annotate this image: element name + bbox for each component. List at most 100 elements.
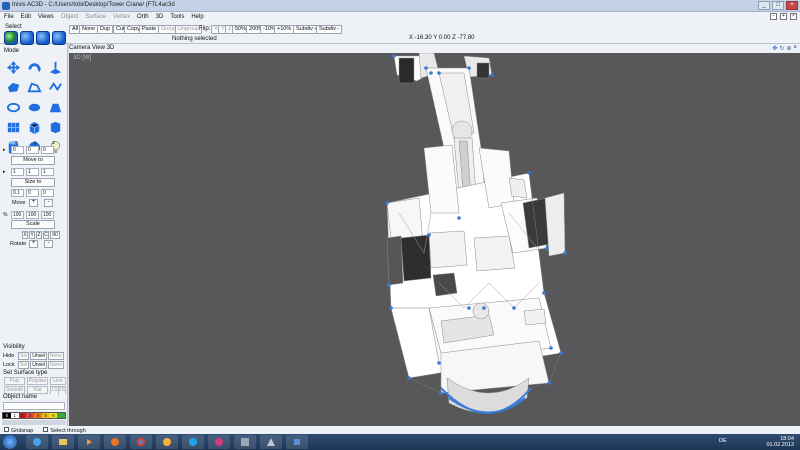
- menu-vertex[interactable]: Vertex: [113, 14, 130, 20]
- 3d-menu[interactable]: 3D: [107, 45, 115, 51]
- restore-icon[interactable]: -: [770, 13, 777, 20]
- gridsnap-checkbox[interactable]: [4, 426, 9, 432]
- menu-help[interactable]: Help: [191, 14, 203, 20]
- line-tool-icon[interactable]: [45, 78, 65, 97]
- hide-sel-button[interactable]: Sel: [18, 352, 30, 360]
- lock-none-button[interactable]: None: [48, 361, 64, 369]
- size-prefix-icon[interactable]: ▸: [3, 169, 9, 175]
- menu-edit[interactable]: Edit: [21, 14, 31, 20]
- maximize-button[interactable]: □: [772, 1, 784, 10]
- rotate-tool-icon[interactable]: [24, 58, 44, 77]
- step-y-field[interactable]: 0: [26, 189, 39, 197]
- rotate-axis-x[interactable]: X: [22, 231, 28, 239]
- size-to-button[interactable]: Size to: [11, 178, 55, 187]
- close-view-icon[interactable]: ×: [793, 45, 797, 52]
- size-x-field[interactable]: 1: [11, 168, 24, 176]
- palette-color-5[interactable]: 5: [41, 413, 50, 418]
- scale-z-field[interactable]: 100: [41, 211, 54, 219]
- paint-icon[interactable]: [208, 435, 230, 449]
- step-z-field[interactable]: 0: [41, 189, 54, 197]
- hide-unsel-button[interactable]: Unsel: [30, 352, 48, 360]
- surface-2s-button[interactable]: 2S: [57, 387, 65, 395]
- media-player-icon[interactable]: [78, 435, 100, 449]
- paste-button[interactable]: Paste: [139, 25, 160, 34]
- mesh-tool-icon[interactable]: [45, 98, 65, 117]
- clock[interactable]: 18:04 01.02.2013: [766, 436, 794, 448]
- hide-none-button[interactable]: None: [48, 352, 64, 360]
- palette-color-2[interactable]: 2: [18, 413, 27, 418]
- camera-menu[interactable]: Camera: [69, 45, 90, 51]
- scale-y-field[interactable]: 100: [26, 211, 39, 219]
- palette-color-1[interactable]: 1: [10, 413, 19, 418]
- surface-flat-button[interactable]: Flat: [27, 386, 48, 394]
- surface-smooth-button[interactable]: Smooth: [4, 386, 25, 394]
- move-y-field[interactable]: 0: [26, 146, 39, 154]
- pinwheel-icon[interactable]: [156, 435, 178, 449]
- close-button[interactable]: ×: [786, 1, 798, 10]
- menu-surface[interactable]: Surface: [85, 14, 106, 20]
- rotate-minus-button[interactable]: -: [44, 240, 53, 248]
- move-plus-button[interactable]: +: [29, 199, 38, 207]
- select-vertex-icon[interactable]: [52, 31, 66, 45]
- select-surface-icon[interactable]: [36, 31, 50, 45]
- menu-3d[interactable]: 3D: [156, 14, 164, 20]
- move-to-button[interactable]: Move to: [11, 156, 55, 165]
- 3d-viewport[interactable]: 3D [W]: [69, 53, 800, 427]
- menu-object[interactable]: Object: [61, 14, 78, 20]
- select-through-option[interactable]: Select through: [43, 426, 86, 434]
- language-indicator[interactable]: DE: [719, 438, 727, 444]
- view-menu[interactable]: View: [92, 45, 105, 51]
- new-window-icon[interactable]: +: [780, 13, 787, 20]
- network-icon[interactable]: [260, 435, 282, 449]
- move-minus-button[interactable]: -: [44, 199, 53, 207]
- step-x-field[interactable]: 0.1: [11, 189, 24, 197]
- menu-tools[interactable]: Tools: [170, 14, 184, 20]
- surface-poly-button[interactable]: Poly: [4, 377, 25, 385]
- box-tool-icon[interactable]: [24, 118, 44, 137]
- firefox-icon[interactable]: [104, 435, 126, 449]
- select-through-checkbox[interactable]: [43, 426, 49, 432]
- menu-orth[interactable]: Orth: [137, 14, 149, 20]
- menu-file[interactable]: File: [4, 14, 14, 20]
- move-tool-icon[interactable]: [3, 58, 23, 77]
- skype-icon[interactable]: [182, 435, 204, 449]
- move-x-field[interactable]: 0: [11, 146, 24, 154]
- size-y-field[interactable]: 1: [26, 168, 39, 176]
- polygon-tool-icon[interactable]: [3, 78, 23, 97]
- palette-color-0[interactable]: 0: [3, 413, 11, 418]
- rotate-axis-z[interactable]: Z: [36, 231, 42, 239]
- lock-unsel-button[interactable]: Unsel: [30, 361, 48, 369]
- palette-color-6[interactable]: 6: [49, 413, 58, 418]
- grid-tool-icon[interactable]: [3, 118, 23, 137]
- move-z-field[interactable]: 0: [41, 146, 54, 154]
- surface-line-button[interactable]: Line: [50, 377, 66, 385]
- close-doc-icon[interactable]: ×: [790, 13, 797, 20]
- explorer-icon[interactable]: [52, 435, 74, 449]
- crane-icon[interactable]: [286, 435, 308, 449]
- plus-10-button[interactable]: +10%: [274, 25, 295, 34]
- select-none-button[interactable]: None: [79, 25, 99, 34]
- palette-color-4[interactable]: 4: [34, 413, 42, 418]
- palette-color-7[interactable]: [57, 413, 65, 418]
- extrude-tool-icon[interactable]: [45, 58, 65, 77]
- palette-scrollbar[interactable]: [2, 420, 66, 425]
- chrome-icon[interactable]: [130, 435, 152, 449]
- size-z-field[interactable]: 1: [41, 168, 54, 176]
- polyline-tool-icon[interactable]: [24, 78, 44, 97]
- ellipse-tool-icon[interactable]: [3, 98, 23, 117]
- select-group-icon[interactable]: [4, 31, 18, 45]
- disk-tool-icon[interactable]: [24, 98, 44, 117]
- zoom-fit-icon[interactable]: ⊕: [786, 45, 791, 52]
- minimize-button[interactable]: _: [758, 1, 770, 10]
- gridsnap-option[interactable]: Gridsnap: [4, 426, 33, 434]
- move-prefix-icon[interactable]: ▸: [3, 147, 9, 153]
- menu-views[interactable]: Views: [38, 14, 54, 20]
- duplicate-button[interactable]: Dup: [97, 25, 114, 34]
- scale-button[interactable]: Scale: [11, 220, 55, 229]
- move-view-icon[interactable]: ✥: [772, 45, 777, 52]
- rotate-angle-field[interactable]: 90: [50, 231, 60, 239]
- surface-polyline-button[interactable]: Polyline: [27, 377, 48, 385]
- rotate-plus-button[interactable]: +: [29, 240, 38, 248]
- rotate-view-icon[interactable]: ↻: [779, 45, 784, 52]
- scale-x-field[interactable]: 100: [11, 211, 24, 219]
